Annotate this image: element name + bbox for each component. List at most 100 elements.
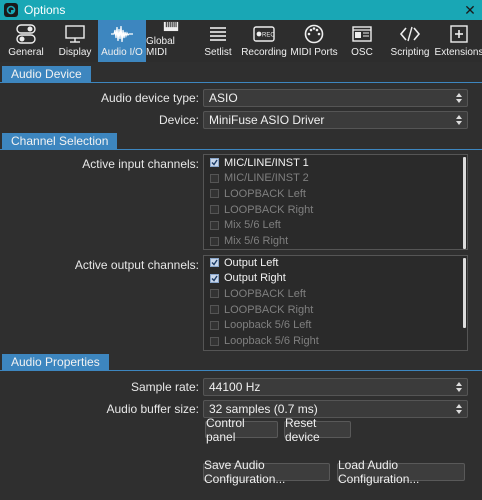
channel-label: Output Left bbox=[224, 256, 279, 269]
tab-display[interactable]: Display bbox=[52, 20, 98, 62]
channel-checkbox-item[interactable]: Output Left bbox=[210, 255, 278, 270]
toggles-icon bbox=[16, 24, 36, 44]
checkbox-checked-icon[interactable] bbox=[210, 273, 219, 283]
tab-label: General bbox=[8, 47, 44, 58]
tab-label: Extensions bbox=[434, 47, 482, 58]
sample-rate-value: 44100 Hz bbox=[209, 380, 261, 394]
plus-box-icon bbox=[450, 25, 468, 43]
checkbox-unchecked-icon[interactable] bbox=[210, 320, 219, 330]
channel-label: LOOPBACK Right bbox=[224, 203, 314, 216]
audio-device-type-select[interactable]: ASIO bbox=[203, 89, 468, 107]
rec-icon: REC bbox=[253, 26, 275, 42]
channel-checkbox-item[interactable]: Mix 5/6 Right bbox=[210, 234, 288, 249]
midi-port-icon bbox=[304, 24, 324, 44]
channel-checkbox-item[interactable]: MIC/LINE/INST 1 bbox=[210, 155, 309, 170]
tab-label: Display bbox=[58, 47, 92, 58]
channel-checkbox-item[interactable]: LOOPBACK Left bbox=[210, 286, 306, 301]
section-channel-selection-header: Channel Selection bbox=[2, 133, 118, 149]
sample-rate-label: Sample rate: bbox=[130, 380, 199, 394]
tab-label: OSC bbox=[351, 47, 373, 58]
tab-label: Scripting bbox=[390, 47, 430, 58]
load-audio-configuration-button[interactable]: Load Audio Configuration... bbox=[337, 458, 465, 486]
channel-label: LOOPBACK Left bbox=[224, 287, 306, 300]
tab-extensions[interactable]: Extensions bbox=[434, 20, 482, 62]
channel-label: LOOPBACK Left bbox=[224, 187, 306, 200]
channel-label: MIC/LINE/INST 1 bbox=[224, 156, 309, 169]
piano-icon bbox=[163, 21, 179, 32]
checkbox-unchecked-icon[interactable] bbox=[210, 173, 219, 183]
window-title: Options bbox=[24, 3, 66, 17]
channel-checkbox-item[interactable]: Loopback 5/6 Left bbox=[210, 318, 311, 333]
checkbox-unchecked-icon[interactable] bbox=[210, 336, 219, 346]
tab-label: Global MIDI bbox=[146, 36, 175, 58]
channel-label: MIC/LINE/INST 2 bbox=[224, 172, 309, 185]
checkbox-checked-icon[interactable] bbox=[210, 158, 219, 167]
audio-buffer-size-value: 32 samples (0.7 ms) bbox=[209, 402, 318, 416]
options-toolbar: General Display Audio I/O Global MIDI Se… bbox=[0, 20, 482, 62]
title-bar: Options ✕ bbox=[0, 0, 482, 20]
osc-icon bbox=[352, 26, 372, 42]
audio-device-type-label: Audio device type: bbox=[100, 91, 199, 105]
section-divider bbox=[0, 82, 482, 83]
control-panel-button[interactable]: Control panel bbox=[205, 416, 278, 444]
channel-label: Mix 5/6 Right bbox=[224, 235, 289, 247]
section-audio-device-header: Audio Device bbox=[2, 66, 91, 82]
channel-checkbox-item[interactable]: LOOPBACK Right bbox=[210, 202, 313, 217]
channel-checkbox-item[interactable]: Mix 5/6 Left bbox=[210, 218, 281, 233]
output-list-scrollbar[interactable] bbox=[463, 258, 466, 328]
device-select[interactable]: MiniFuse ASIO Driver bbox=[203, 111, 468, 129]
waveform-icon bbox=[111, 25, 133, 43]
checkbox-unchecked-icon[interactable] bbox=[210, 305, 219, 315]
checkbox-unchecked-icon[interactable] bbox=[210, 189, 219, 199]
checkbox-unchecked-icon[interactable] bbox=[210, 205, 219, 215]
save-audio-configuration-button[interactable]: Save Audio Configuration... bbox=[203, 458, 330, 486]
tab-label: Audio I/O bbox=[101, 47, 143, 58]
active-output-channels-label: Active output channels: bbox=[74, 258, 199, 272]
channel-label: Mix 5/6 Left bbox=[224, 219, 281, 232]
checkbox-unchecked-icon[interactable] bbox=[210, 220, 219, 230]
section-audio-properties-header: Audio Properties bbox=[2, 354, 109, 370]
tab-midi-ports[interactable]: MIDI Ports bbox=[288, 20, 340, 62]
channel-label: LOOPBACK Right bbox=[224, 303, 314, 316]
updown-arrows-icon bbox=[456, 404, 462, 414]
channel-label: Loopback 5/6 Left bbox=[224, 319, 312, 332]
updown-arrows-icon bbox=[456, 382, 462, 392]
sample-rate-select[interactable]: 44100 Hz bbox=[203, 378, 468, 396]
tab-recording[interactable]: REC Recording bbox=[240, 20, 288, 62]
tab-general[interactable]: General bbox=[0, 20, 52, 62]
updown-arrows-icon bbox=[456, 93, 462, 103]
close-icon[interactable]: ✕ bbox=[458, 0, 482, 20]
channel-checkbox-item[interactable]: LOOPBACK Left bbox=[210, 186, 306, 201]
tab-label: Setlist bbox=[204, 47, 232, 58]
code-icon bbox=[399, 26, 421, 42]
tab-label: MIDI Ports bbox=[290, 47, 338, 58]
channel-label: Loopback 5/6 Right bbox=[224, 335, 319, 347]
checkbox-checked-icon[interactable] bbox=[210, 258, 219, 267]
device-value: MiniFuse ASIO Driver bbox=[209, 113, 325, 127]
tab-setlist[interactable]: Setlist bbox=[196, 20, 240, 62]
channel-checkbox-item[interactable]: LOOPBACK Right bbox=[210, 302, 313, 317]
channel-label: Output Right bbox=[224, 272, 286, 285]
app-logo-icon bbox=[4, 3, 18, 17]
input-list-scrollbar[interactable] bbox=[463, 157, 466, 249]
tab-global-midi[interactable]: Global MIDI bbox=[146, 20, 196, 62]
monitor-icon bbox=[65, 25, 85, 43]
section-divider bbox=[0, 149, 482, 150]
list-icon bbox=[210, 27, 226, 41]
section-divider bbox=[0, 370, 482, 371]
tab-audio-io[interactable]: Audio I/O bbox=[98, 20, 146, 62]
tab-osc[interactable]: OSC bbox=[340, 20, 384, 62]
channel-checkbox-item[interactable]: MIC/LINE/INST 2 bbox=[210, 171, 309, 186]
rec-badge: REC bbox=[262, 33, 275, 39]
audio-device-type-value: ASIO bbox=[209, 91, 238, 105]
reset-device-button[interactable]: Reset device bbox=[284, 416, 351, 444]
updown-arrows-icon bbox=[456, 115, 462, 125]
channel-checkbox-item[interactable]: Output Right bbox=[210, 271, 286, 286]
checkbox-unchecked-icon[interactable] bbox=[210, 236, 219, 246]
active-input-channels-label: Active input channels: bbox=[82, 157, 199, 171]
checkbox-unchecked-icon[interactable] bbox=[210, 289, 219, 299]
device-label: Device: bbox=[158, 113, 199, 127]
tab-label: Recording bbox=[241, 47, 287, 58]
tab-scripting[interactable]: Scripting bbox=[384, 20, 436, 62]
channel-checkbox-item[interactable]: Loopback 5/6 Right bbox=[210, 334, 319, 349]
